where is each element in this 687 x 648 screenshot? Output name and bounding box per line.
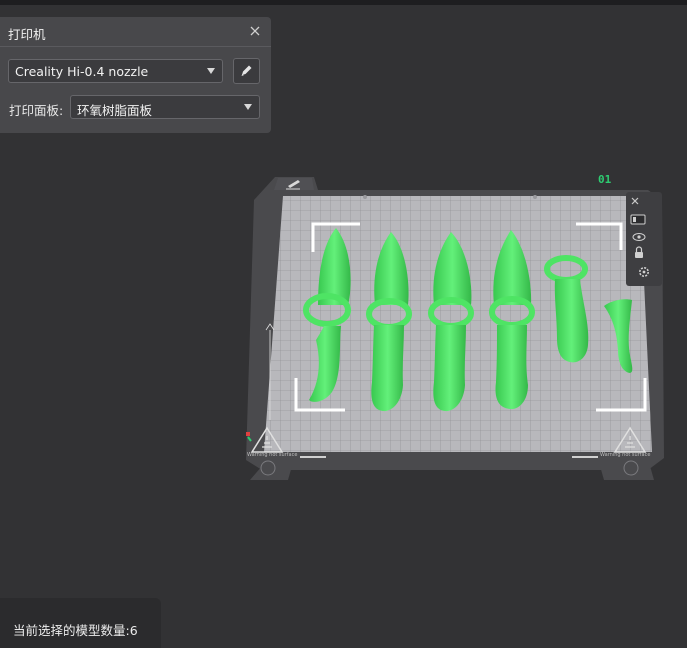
- printer-nozzle-select[interactable]: Creality Hi-0.4 nozzle: [8, 59, 223, 83]
- plate-warning-left: Warning hot surface: [247, 452, 298, 458]
- chevron-down-icon: [244, 104, 252, 110]
- plate-warning-right: Warning hot surface: [600, 452, 651, 458]
- panel-divider: [0, 46, 271, 47]
- chevron-down-icon: [207, 68, 215, 74]
- plate-type-value: 环氧树脂面板: [77, 103, 153, 118]
- printer-panel-header: 打印机: [0, 17, 271, 46]
- printer-nozzle-value: Creality Hi-0.4 nozzle: [15, 64, 149, 79]
- plate-list-icon[interactable]: [630, 214, 646, 225]
- close-icon[interactable]: [247, 22, 263, 40]
- printer-panel-title: 打印机: [8, 27, 46, 42]
- pencil-icon: [241, 65, 252, 76]
- plate-number[interactable]: 01: [598, 173, 611, 186]
- printer-panel: 打印机 Creality Hi-0.4 nozzle 打印面板: 环氧树脂面板: [0, 17, 271, 133]
- plate-type-select[interactable]: 环氧树脂面板: [70, 95, 260, 119]
- plate-type-label: 打印面板:: [9, 103, 64, 118]
- selection-status: 当前选择的模型数量:6: [0, 598, 161, 648]
- edit-printer-button[interactable]: [233, 58, 260, 84]
- selection-count-text: 当前选择的模型数量:6: [13, 623, 138, 638]
